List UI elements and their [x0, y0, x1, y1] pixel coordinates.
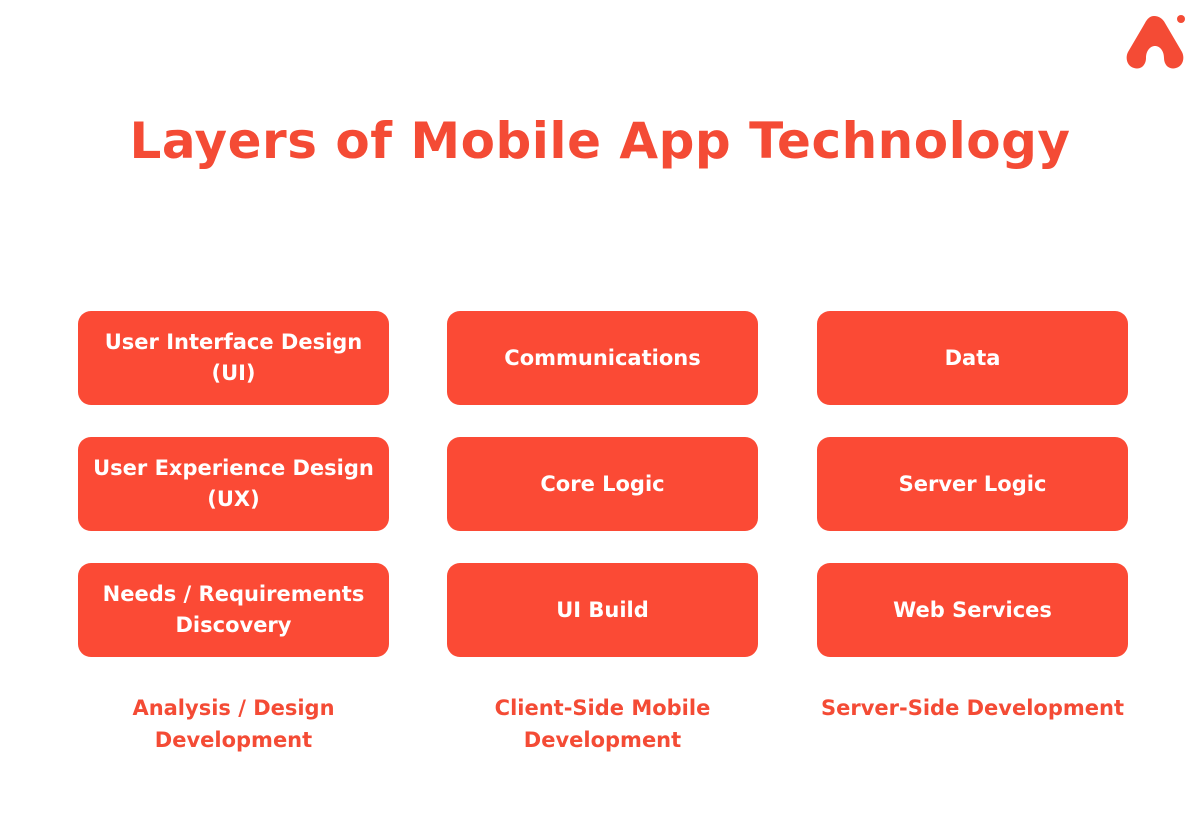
layer-box: Server Logic [817, 437, 1128, 531]
layer-box: Communications [447, 311, 758, 405]
column-client-side: Communications Core Logic UI Build [447, 311, 758, 689]
column-label-analysis-design: Analysis / Design Development [132, 696, 335, 752]
layer-box: UI Build [447, 563, 758, 657]
layer-box: Data [817, 311, 1128, 405]
brand-logo-icon [1126, 15, 1185, 69]
column-server-side: Data Server Logic Web Services [817, 311, 1128, 689]
column-label-client-side: Client-Side Mobile Development [494, 696, 711, 752]
layer-box: Web Services [817, 563, 1128, 657]
layer-box: Core Logic [447, 437, 758, 531]
page-title: Layers of Mobile App Technology [129, 112, 1071, 170]
column-analysis-design: User Interface Design (UI) User Experien… [78, 311, 389, 689]
layer-box: Needs / Requirements Discovery [78, 563, 389, 657]
layer-box: User Experience Design (UX) [78, 437, 389, 531]
column-label-server-side: Server-Side Development [820, 696, 1124, 720]
layer-box: User Interface Design (UI) [78, 311, 389, 405]
